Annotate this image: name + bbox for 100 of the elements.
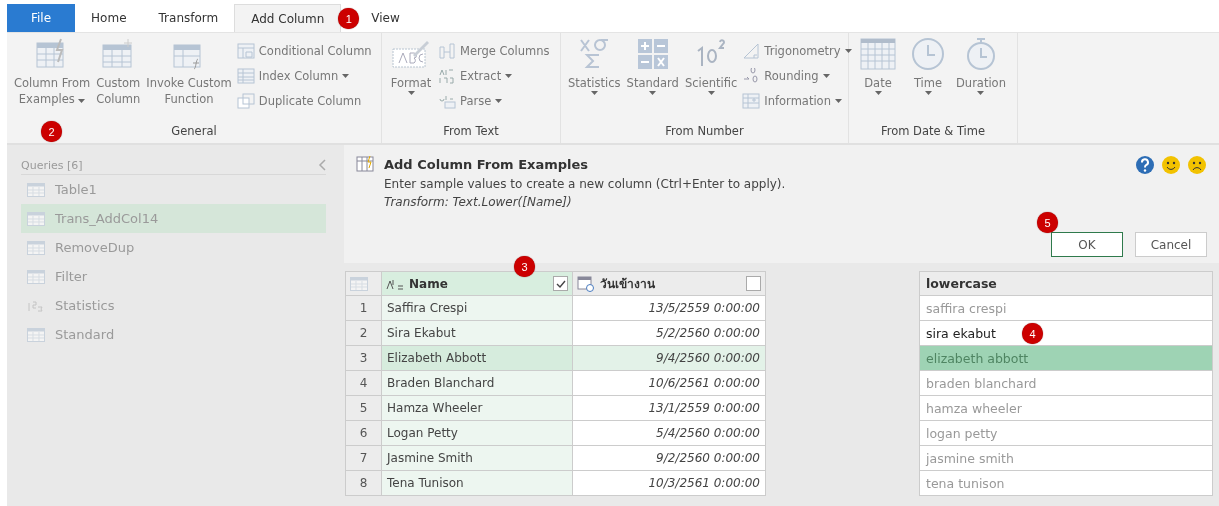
column-name: วันเข้างาน	[600, 276, 655, 293]
group-label: From Text	[443, 124, 499, 140]
table-cell: 9/4/2560 0:00:00	[573, 346, 765, 370]
suggested-value[interactable]: tena tunison	[920, 471, 1212, 495]
table-icon	[27, 211, 45, 226]
ribbon-tab[interactable]: Home	[75, 4, 143, 32]
suggested-value[interactable]: saffira crespi	[920, 296, 1212, 320]
row-number: 4	[346, 371, 381, 395]
ribbon-button[interactable]: Duplicate Column	[236, 90, 372, 112]
suggested-value[interactable]: logan petty	[920, 421, 1212, 445]
table-cell: Braden Blanchard	[382, 371, 572, 395]
row-number: 8	[346, 471, 381, 495]
query-name: Statistics	[55, 298, 115, 313]
suggested-value[interactable]: braden blanchard	[920, 371, 1212, 395]
text-type-icon	[386, 277, 404, 290]
information-icon	[742, 93, 761, 109]
query-item[interactable]: RemoveDup	[21, 233, 326, 262]
ribbon-button[interactable]: Statistics	[567, 37, 622, 124]
ribbon-button[interactable]: Index Column	[236, 65, 372, 87]
query-name: Table1	[55, 182, 97, 197]
merge-columns-icon	[438, 43, 456, 59]
column-checkbox[interactable]	[553, 276, 568, 291]
queries-title: Queries [6]	[21, 159, 83, 172]
smile-icon[interactable]	[1161, 155, 1181, 175]
ribbon-button[interactable]: Parse	[438, 90, 550, 112]
ribbon-button[interactable]: Duration	[955, 37, 1007, 124]
ribbon-button[interactable]: Merge Columns	[438, 40, 550, 62]
conditional-column-icon	[236, 43, 255, 59]
column-header[interactable]: Name	[382, 272, 572, 295]
ribbon-button[interactable]: Rounding	[742, 65, 852, 87]
caret-icon	[924, 91, 932, 95]
suggested-value[interactable]: hamza wheeler	[920, 396, 1212, 420]
query-item[interactable]: Standard	[21, 320, 326, 349]
query-item[interactable]: Table1	[21, 175, 326, 204]
table-cell: 5/4/2560 0:00:00	[573, 421, 765, 445]
table-cell: Logan Petty	[382, 421, 572, 445]
caret-icon	[977, 91, 985, 95]
caret-icon	[822, 74, 830, 78]
ribbon-button[interactable]: Custom Column	[95, 37, 142, 124]
ribbon-button[interactable]: Scientific	[683, 37, 739, 124]
parse-icon	[438, 93, 456, 109]
group-label: From Date & Time	[880, 124, 986, 140]
query-item[interactable]: Statistics	[21, 291, 326, 320]
ribbon-tab[interactable]: Add Column	[234, 4, 342, 32]
ok-button[interactable]: OK	[1051, 232, 1123, 257]
help-icon[interactable]	[1135, 155, 1155, 175]
table-cell: 5/2/2560 0:00:00	[573, 321, 765, 345]
ribbon-tab[interactable]: Transform	[142, 4, 235, 32]
row-number: 2	[346, 321, 381, 345]
group-label: General	[171, 124, 217, 140]
table-cell: Jasmine Smith	[382, 446, 572, 470]
query-name: Trans_AddCol14	[55, 211, 159, 226]
suggested-value[interactable]: jasmine smith	[920, 446, 1212, 470]
ribbon-button[interactable]: Column From Examples	[13, 37, 92, 124]
frown-icon[interactable]	[1187, 155, 1207, 175]
number-type-icon	[27, 298, 45, 313]
ribbon-button[interactable]: Standard	[625, 37, 680, 124]
clock-icon	[911, 37, 945, 71]
triangle-ruler-icon	[742, 43, 761, 59]
ribbon-button[interactable]: Extract	[438, 65, 550, 87]
ribbon-button[interactable]: Invoke Custom Function	[145, 37, 233, 124]
query-item[interactable]: Filter	[21, 262, 326, 291]
ribbon-button[interactable]: Information	[742, 90, 852, 112]
table-icon	[27, 269, 45, 284]
ribbon-button[interactable]: Trigonometry	[742, 40, 852, 62]
row-number: 1	[346, 296, 381, 320]
row-number: 5	[346, 396, 381, 420]
table-cell: 13/1/2559 0:00:00	[573, 396, 765, 420]
column-name: Name	[409, 276, 448, 291]
caret-icon	[590, 91, 598, 95]
duplicate-column-icon	[236, 93, 255, 109]
caret-icon	[874, 91, 882, 95]
column-header: lowercase	[920, 272, 1212, 295]
caret-icon	[505, 74, 513, 78]
suggested-value[interactable]: elizabeth abbott	[920, 346, 1212, 370]
ribbon-button[interactable]: Date	[855, 37, 901, 124]
table-cell: 9/2/2560 0:00:00	[573, 446, 765, 470]
caret-icon	[707, 91, 715, 95]
query-name: RemoveDup	[55, 240, 135, 255]
row-number: 6	[346, 421, 381, 445]
ribbon-button[interactable]: Format	[388, 37, 434, 124]
table-cell: Tena Tunison	[382, 471, 572, 495]
rounding-icon	[742, 68, 761, 84]
column-checkbox[interactable]	[746, 276, 761, 291]
caret-icon	[834, 99, 842, 103]
cancel-button[interactable]: Cancel	[1135, 232, 1207, 257]
ribbon-button[interactable]: Conditional Column	[236, 40, 372, 62]
column-examples-icon	[356, 155, 374, 173]
callout-number: 5	[1037, 212, 1058, 233]
calendar-icon	[860, 37, 896, 71]
caret-icon	[342, 74, 350, 78]
ribbon-button[interactable]: Time	[905, 37, 951, 124]
extract-icon	[438, 68, 456, 84]
table-icon	[27, 240, 45, 255]
query-item[interactable]: Trans_AddCol14	[21, 204, 326, 233]
ribbon-tab[interactable]: File	[7, 4, 76, 32]
callout-number: 1	[338, 8, 360, 29]
query-name: Filter	[55, 269, 88, 284]
group-label: From Number	[665, 124, 744, 140]
column-header[interactable]: วันเข้างาน	[573, 272, 765, 295]
